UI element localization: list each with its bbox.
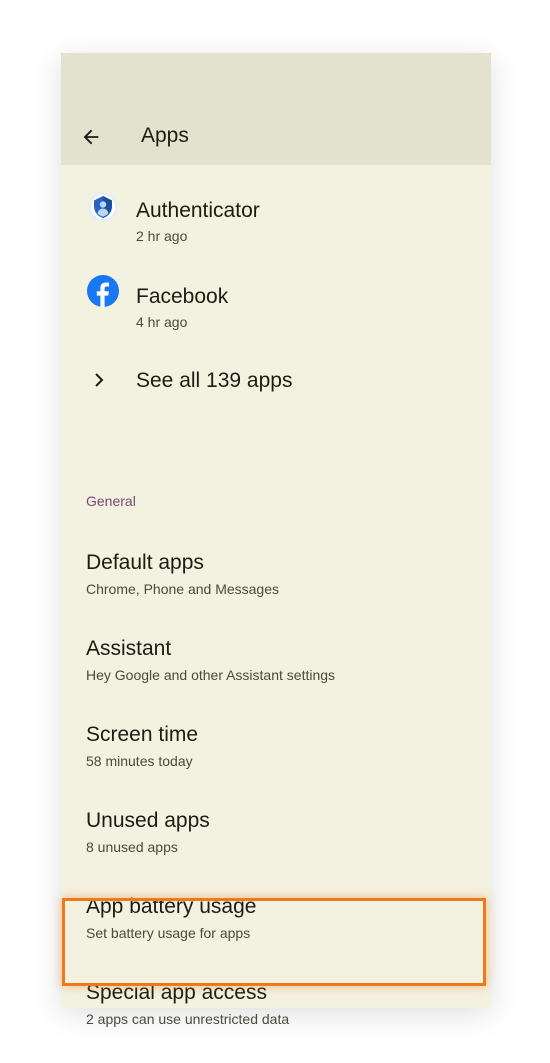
authenticator-icon [88, 192, 118, 222]
recent-app-facebook[interactable]: Facebook 4 hr ago [61, 251, 491, 337]
setting-subtitle: Set battery usage for apps [86, 925, 251, 941]
setting-title: Default apps [86, 551, 204, 574]
settings-screen: Apps Authenticator 2 hr ago Facebook 4 h… [61, 53, 491, 1027]
see-all-apps-button[interactable]: See all 139 apps [61, 337, 491, 423]
setting-title: Assistant [86, 637, 172, 660]
app-name: Authenticator [136, 199, 260, 222]
back-button[interactable] [77, 123, 105, 151]
setting-title: Unused apps [86, 809, 210, 832]
app-bar: Apps [61, 53, 491, 165]
setting-subtitle: 2 apps can use unrestricted data [86, 1011, 290, 1027]
setting-unused-apps[interactable]: Unused apps 8 unused apps [61, 788, 491, 874]
setting-title: Screen time [86, 723, 199, 746]
app-last-used: 2 hr ago [136, 228, 188, 244]
chevron-right-icon [95, 373, 104, 387]
arrow-left-icon [83, 129, 99, 145]
section-header-general: General [86, 493, 136, 509]
see-all-label: See all 139 apps [136, 369, 293, 392]
recent-app-authenticator[interactable]: Authenticator 2 hr ago [61, 165, 491, 251]
setting-app-battery-usage[interactable]: App battery usage Set battery usage for … [61, 874, 491, 960]
setting-default-apps[interactable]: Default apps Chrome, Phone and Messages [61, 530, 491, 616]
setting-assistant[interactable]: Assistant Hey Google and other Assistant… [61, 616, 491, 702]
setting-title: Special app access [86, 981, 267, 1004]
app-name: Facebook [136, 285, 229, 308]
setting-title: App battery usage [86, 895, 257, 918]
setting-special-app-access[interactable]: Special app access 2 apps can use unrest… [61, 960, 491, 1046]
setting-subtitle: 8 unused apps [86, 839, 178, 855]
app-last-used: 4 hr ago [136, 314, 188, 330]
setting-subtitle: Chrome, Phone and Messages [86, 581, 279, 597]
setting-subtitle: Hey Google and other Assistant settings [86, 667, 336, 683]
page-title: Apps [141, 124, 189, 147]
setting-screen-time[interactable]: Screen time 58 minutes today [61, 702, 491, 788]
facebook-icon [87, 275, 119, 307]
setting-subtitle: 58 minutes today [86, 753, 193, 769]
